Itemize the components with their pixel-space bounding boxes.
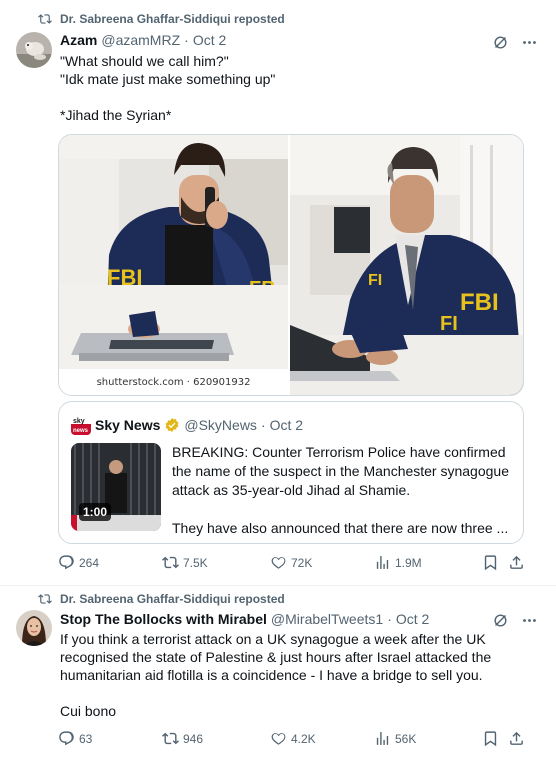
tweet-text-line: humanitarian aid flotilla is a coinciden… xyxy=(60,667,483,683)
quoted-tweet[interactable]: sky news Sky News @SkyNews · Oct 2 1:00 … xyxy=(58,401,524,544)
verified-badge-icon xyxy=(165,418,179,432)
quoted-tweet-text: BREAKING: Counter Terrorism Police have … xyxy=(172,443,518,538)
share-button[interactable] xyxy=(508,730,525,747)
photo-fbi-agent-phone[interactable]: FBI FB shutterstock.com · 620901932 xyxy=(59,135,291,395)
svg-text:news: news xyxy=(73,428,89,434)
reply-button[interactable]: 264 xyxy=(58,554,99,571)
reply-icon xyxy=(59,731,74,746)
quoted-tweet-date: Oct 2 xyxy=(269,417,304,433)
views-button[interactable]: 56K xyxy=(374,730,416,747)
share-icon xyxy=(510,731,523,745)
svg-text:FI: FI xyxy=(368,272,382,289)
tweet-text-line: "What should we call him?" xyxy=(60,53,229,69)
tweet-mirabel[interactable]: Dr. Sabreena Ghaffar-Siddiqui reposted S… xyxy=(0,586,556,760)
more-icon[interactable] xyxy=(521,34,538,51)
reply-icon xyxy=(59,555,74,570)
like-icon xyxy=(271,557,286,569)
tweet-date[interactable]: Oct 2 xyxy=(193,32,226,48)
tweet-text-line: If you think a terrorist attack on a UK … xyxy=(60,631,486,647)
repost-indicator[interactable]: Dr. Sabreena Ghaffar-Siddiqui reposted xyxy=(38,12,285,26)
tweet-text-line: "Idk mate just make something up" xyxy=(60,71,276,87)
separator-dot: · xyxy=(387,611,392,627)
tweet-date[interactable]: Oct 2 xyxy=(396,611,429,627)
tweet-text-line: recognised the state of Palestine & just… xyxy=(60,649,492,665)
repost-indicator[interactable]: Dr. Sabreena Ghaffar-Siddiqui reposted xyxy=(38,592,285,606)
views-icon xyxy=(376,556,389,569)
quoted-text-line: attack as 35-year-old Jihad al Shamie. xyxy=(172,482,411,498)
reply-button[interactable]: 63 xyxy=(58,730,92,747)
tweet-top-actions xyxy=(492,612,538,629)
repost-count: 7.5K xyxy=(183,555,208,570)
grok-icon[interactable] xyxy=(492,612,509,629)
sky-news-logo[interactable]: sky news xyxy=(71,415,91,435)
like-count: 72K xyxy=(291,555,313,570)
like-count: 4.2K xyxy=(291,731,316,746)
views-icon xyxy=(376,732,389,745)
grok-icon[interactable] xyxy=(492,34,509,51)
share-button[interactable] xyxy=(508,554,525,571)
tweet-text: "What should we call him?" "Idk mate jus… xyxy=(60,52,275,124)
svg-text:FI: FI xyxy=(440,313,458,335)
repost-count: 946 xyxy=(183,731,204,746)
quoted-author-name: Sky News xyxy=(95,417,161,433)
tweet-actions: 63 946 4.2K 56K xyxy=(58,730,524,750)
avatar[interactable] xyxy=(16,610,52,646)
share-icon xyxy=(510,555,523,569)
avatar[interactable] xyxy=(16,32,52,68)
tweet-top-actions xyxy=(492,34,538,51)
tweet-actions: 264 7.5K 72K 1.9M xyxy=(58,554,524,574)
repost-button[interactable]: 946 xyxy=(162,730,203,747)
like-button[interactable]: 4.2K xyxy=(270,730,316,747)
tweet-header: Stop The Bollocks with Mirabel @MirabelT… xyxy=(60,611,429,627)
repost-icon xyxy=(162,556,179,569)
bookmark-button[interactable] xyxy=(482,554,499,571)
tweet-text-line: Cui bono xyxy=(60,703,117,719)
author-name[interactable]: Stop The Bollocks with Mirabel xyxy=(60,611,267,627)
svg-text:sky: sky xyxy=(73,418,85,425)
photo-fbi-agent-laptop[interactable]: FBI FI FI xyxy=(290,135,523,395)
like-button[interactable]: 72K xyxy=(270,554,312,571)
separator-dot: · xyxy=(184,32,189,48)
bookmark-button[interactable] xyxy=(482,730,499,747)
quoted-author-handle: @SkyNews xyxy=(184,417,257,433)
tweet-text: If you think a terrorist attack on a UK … xyxy=(60,630,491,720)
bookmark-icon xyxy=(484,731,497,747)
repost-label: Dr. Sabreena Ghaffar-Siddiqui reposted xyxy=(60,12,285,26)
more-icon[interactable] xyxy=(521,612,538,629)
svg-text:FBI: FBI xyxy=(460,289,499,316)
tweet-media[interactable]: FBI FB shutterstock.com · 620901932 xyxy=(58,134,524,396)
separator-dot: · xyxy=(260,417,266,433)
reply-count: 264 xyxy=(79,555,100,570)
quoted-text-line: BREAKING: Counter Terrorism Police have … xyxy=(172,444,506,460)
quoted-video-thumbnail[interactable]: 1:00 xyxy=(71,443,161,531)
author-handle[interactable]: @azamMRZ xyxy=(101,32,180,48)
tweet-header: Azam @azamMRZ · Oct 2 xyxy=(60,32,226,48)
like-icon xyxy=(271,733,286,745)
quoted-text-line: They have also announced that there are … xyxy=(172,520,509,536)
video-duration: 1:00 xyxy=(79,503,112,521)
reply-count: 63 xyxy=(79,731,93,746)
quoted-tweet-header: sky news Sky News @SkyNews · Oct 2 xyxy=(71,415,303,435)
views-button[interactable]: 1.9M xyxy=(374,554,422,571)
repost-icon xyxy=(38,594,52,604)
views-count: 56K xyxy=(395,731,417,746)
quoted-text-line: the name of the suspect in the Mancheste… xyxy=(172,463,509,479)
views-count: 1.9M xyxy=(395,555,422,570)
tweet-azam[interactable]: Dr. Sabreena Ghaffar-Siddiqui reposted A… xyxy=(0,0,556,586)
tweet-text-line: *Jihad the Syrian* xyxy=(60,107,172,123)
bookmark-icon xyxy=(484,555,497,571)
media-caption: shutterstock.com · 620901932 xyxy=(59,369,289,395)
repost-button[interactable]: 7.5K xyxy=(162,554,208,571)
author-name[interactable]: Azam xyxy=(60,32,97,48)
repost-icon xyxy=(162,732,179,745)
repost-label: Dr. Sabreena Ghaffar-Siddiqui reposted xyxy=(60,592,285,606)
author-handle[interactable]: @MirabelTweets1 xyxy=(271,611,383,627)
repost-icon xyxy=(38,14,52,24)
